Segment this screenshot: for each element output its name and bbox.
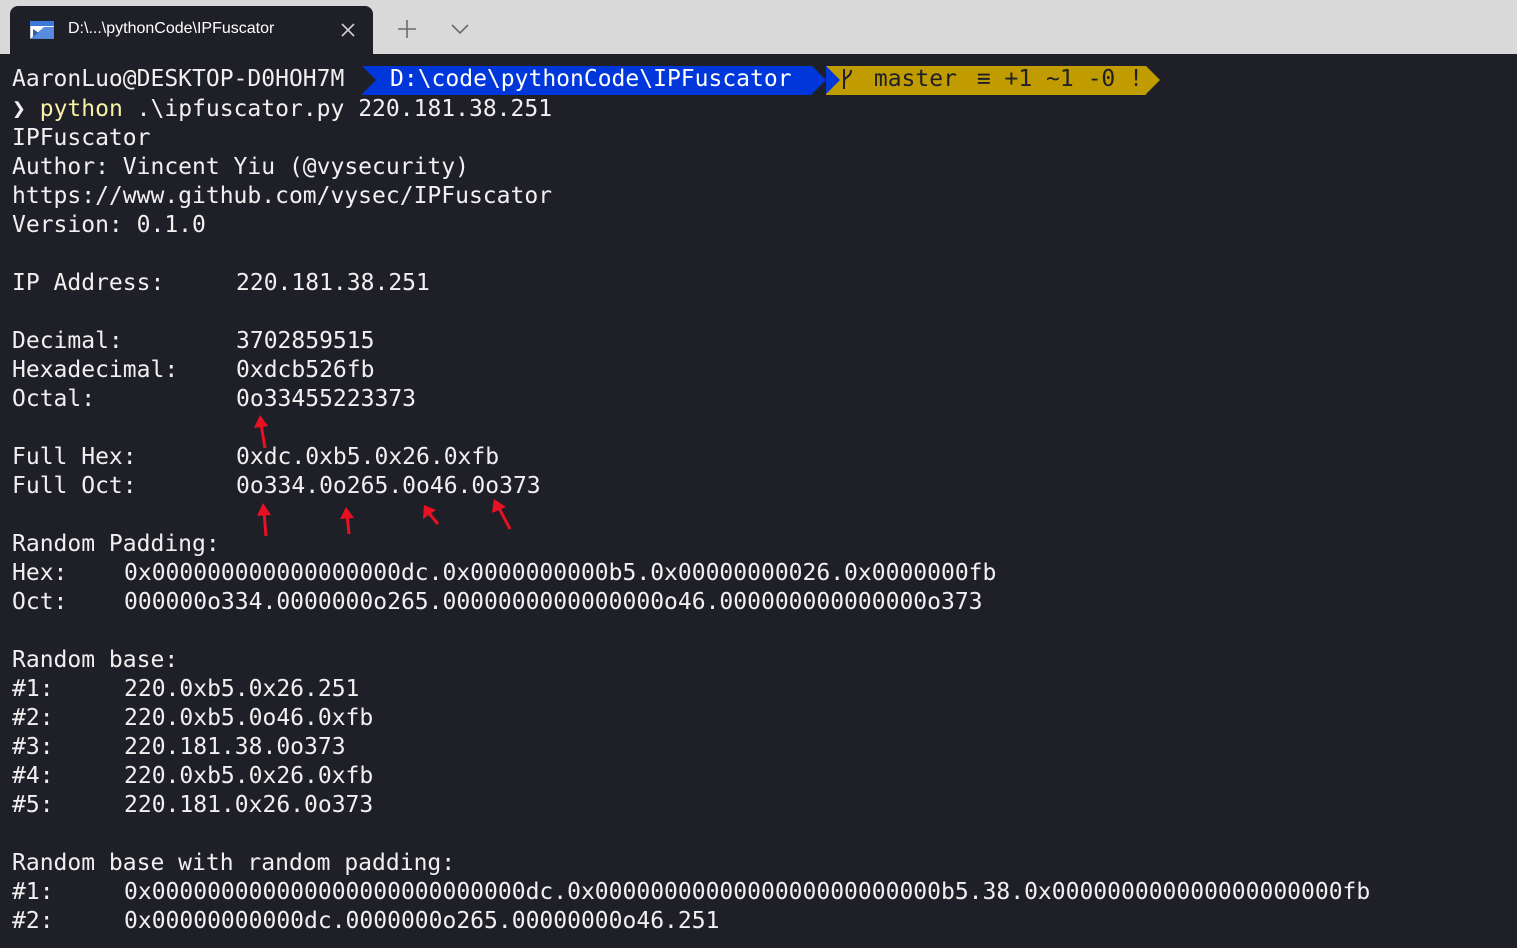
rp-hex-label: Hex: [12, 560, 68, 586]
ip-label: IP Address: [12, 270, 165, 296]
prompt-chevron: ❯ [12, 96, 26, 122]
row-value: 220.181.0x26.0o373 [124, 792, 374, 818]
rp-hex-value: 0x000000000000000000dc.0x0000000000b5.0x… [124, 560, 997, 586]
hex-label: Hexadecimal: [12, 357, 179, 383]
random-base-padding-heading: Random base with random padding: [12, 850, 456, 876]
git-segment-start [826, 66, 840, 94]
blank-line [12, 502, 552, 531]
row-value: 0x000000000000000000000000000dc.0x000000… [124, 879, 1371, 905]
tab-title: D:\...\pythonCode\IPFuscator [68, 20, 275, 37]
random-base-row: #4: 220.0xb5.0x26.0xfb [12, 763, 552, 792]
prompt-path: D:\code\pythonCode\IPFuscator [362, 66, 812, 95]
row-label: #5: [12, 792, 54, 818]
red-arrow-icon [254, 415, 268, 449]
output-line: IPFuscator [12, 125, 151, 151]
ip-value: 220.181.38.251 [236, 270, 430, 296]
plus-icon[interactable] [396, 18, 418, 40]
chevron-down-icon[interactable] [449, 21, 471, 37]
tab-active[interactable]: D:\...\pythonCode\IPFuscator [10, 6, 373, 54]
full-oct-label: Full Oct: [12, 473, 137, 499]
random-base-heading: Random base: [12, 647, 179, 673]
octal-row: Octal: 0o33455223373 [12, 386, 552, 415]
rp-oct-row: Oct: 000000o334.0000000o265.0000000000000… [12, 589, 983, 618]
git-branch-icon [843, 69, 852, 89]
row-label: #3: [12, 734, 54, 760]
decimal-row: Decimal: 3702859515 [12, 328, 552, 357]
row-label: #1: [12, 676, 54, 702]
git-branch: master [873, 66, 957, 92]
row-value: 220.0xb5.0x26.0xfb [124, 763, 374, 789]
rp-hex-row: Hex: 0x000000000000000000dc.0x0000000000b… [12, 560, 996, 589]
blank-line [12, 618, 552, 647]
row-label: #2: [12, 705, 54, 731]
close-icon[interactable] [339, 21, 357, 39]
path-segment-start [362, 66, 376, 94]
random-base-padding-row: #1: 0x000000000000000000000000000dc.0x000… [12, 879, 1370, 908]
random-base-row: #1: 220.0xb5.0x26.251 [12, 676, 552, 705]
red-arrow-icon [423, 505, 440, 525]
hex-value: 0xdcb526fb [236, 357, 375, 383]
random-base-row: #5: 220.181.0x26.0o373 [12, 792, 552, 821]
path-segment-arrow [812, 66, 826, 94]
row-value: 0x00000000000dc.0000000o265.00000000o46.… [124, 908, 720, 934]
red-arrow-icon [340, 507, 354, 535]
row-value: 220.0xb5.0x26.251 [124, 676, 360, 702]
blank-line [12, 241, 552, 270]
rp-oct-label: Oct: [12, 589, 68, 615]
row-label: #4: [12, 763, 54, 789]
blank-line [12, 299, 552, 328]
random-base-row: #2: 220.0xb5.0o46.0xfb [12, 705, 552, 734]
full-oct-row: Full Oct: 0o334.0o265.0o46.0o373 [12, 473, 552, 502]
output-line: Author: Vincent Yiu (@vysecurity) [12, 154, 469, 180]
terminal-output: ❯ python .\ipfuscator.py 220.181.38.251 … [12, 96, 1370, 937]
output-line: https://www.github.com/vysec/IPFuscator [12, 183, 553, 209]
full-oct-value: 0o334.0o265.0o46.0o373 [236, 473, 541, 499]
command-program: python [39, 96, 123, 122]
blank-line [12, 821, 552, 850]
random-padding-heading: Random Padding: [12, 531, 220, 557]
red-arrow-icon [257, 503, 271, 537]
prompt-git: master ≡ +1 ~1 -0 ! [826, 66, 1146, 95]
prompt-user: AaronLuo@DESKTOP-D0HOH7M [12, 66, 345, 92]
row-value: 220.0xb5.0o46.0xfb [124, 705, 374, 731]
octal-label: Octal: [12, 386, 96, 412]
blank-line [12, 415, 552, 444]
row-label: #2: [12, 908, 54, 934]
terminal-icon [30, 21, 54, 39]
hex-row: Hexadecimal: 0xdcb526fb [12, 357, 552, 386]
red-arrow-icon [492, 499, 512, 530]
rp-oct-value: 000000o334.0000000o265.0000000000000000o… [124, 589, 983, 615]
command-line: ❯ python .\ipfuscator.py 220.181.38.251 [12, 96, 552, 125]
octal-value: 0o33455223373 [236, 386, 417, 412]
random-base-padding-row: #2: 0x00000000000dc.0000000o265.00000000o… [12, 908, 719, 937]
command-args: .\ipfuscator.py 220.181.38.251 [122, 96, 553, 122]
git-status: ≡ +1 ~1 -0 ! [976, 66, 1143, 92]
prompt-line: AaronLuo@DESKTOP-D0HOH7M D:\code\pythonC… [0, 66, 1517, 95]
git-segment-arrow [1146, 66, 1160, 94]
ip-address-row: IP Address: 220.181.38.251 [12, 270, 552, 299]
row-label: #1: [12, 879, 54, 905]
row-value: 220.181.38.0o373 [124, 734, 346, 760]
random-base-row: #3: 220.181.38.0o373 [12, 734, 552, 763]
output-line: Version: 0.1.0 [12, 212, 206, 238]
tab-bar: D:\...\pythonCode\IPFuscator [0, 0, 1517, 54]
full-hex-label: Full Hex: [12, 444, 137, 470]
decimal-label: Decimal: [12, 328, 123, 354]
decimal-value: 3702859515 [236, 328, 375, 354]
full-hex-row: Full Hex: 0xdc.0xb5.0x26.0xfb [12, 444, 552, 473]
terminal-pane[interactable]: AaronLuo@DESKTOP-D0HOH7M D:\code\pythonC… [0, 54, 1517, 948]
